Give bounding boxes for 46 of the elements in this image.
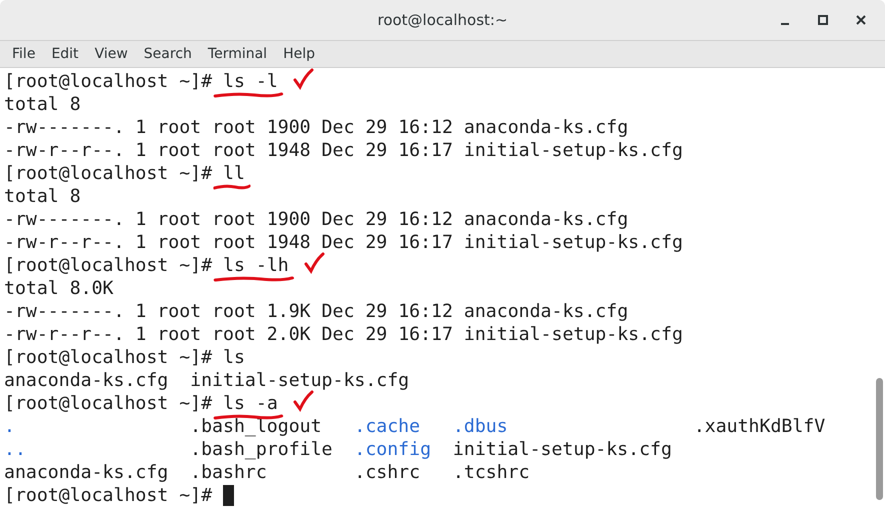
output-line: -rw-------. 1 root root 1.9K Dec 29 16:12 anaconda-ks.cfg [4, 300, 628, 323]
close-icon [856, 15, 866, 25]
maximize-icon [818, 15, 828, 25]
command-text: ls -lh [223, 254, 289, 277]
file-name: .xauthKdBlfV [694, 415, 826, 438]
scrollbar-thumb[interactable] [876, 378, 883, 500]
menu-item[interactable]: Help [275, 46, 323, 62]
command-text: ls -l [223, 70, 278, 93]
output-line: -rw-r--r--. 1 root root 2.0K Dec 29 16:17 initial-setup-ks.cfg [4, 323, 683, 346]
command-text: ll [223, 162, 245, 185]
prompt-text: [root@localhost ~]# [4, 392, 212, 415]
prompt-text: [root@localhost ~]# [4, 254, 212, 277]
prompt-text: [root@localhost ~]# [4, 70, 212, 93]
prompt-text: [root@localhost ~]# [4, 346, 212, 369]
file-name: .tcshrc [452, 461, 530, 484]
menu-item[interactable]: View [86, 46, 136, 62]
output-line: -rw-r--r--. 1 root root 1948 Dec 29 16:17 initial-setup-ks.cfg [4, 139, 683, 162]
window-title: root@localhost:~ [377, 11, 508, 29]
prompt-text: [root@localhost ~]# [4, 162, 212, 185]
directory-name: .. [4, 438, 26, 461]
menu-item[interactable]: File [4, 46, 44, 62]
command-text: ls [223, 346, 245, 369]
file-name: .bashrc [190, 461, 267, 484]
output-line: -rw-------. 1 root root 1900 Dec 29 16:12 anaconda-ks.cfg [4, 116, 628, 139]
menu-item[interactable]: Terminal [200, 46, 276, 62]
output-line: -rw-------. 1 root root 1900 Dec 29 16:12 anaconda-ks.cfg [4, 208, 628, 231]
output-line: total 8 [4, 185, 81, 208]
output-line: total 8 [4, 93, 81, 116]
menu-item[interactable]: Edit [43, 46, 87, 62]
menu-item[interactable]: Search [136, 46, 200, 62]
output-line: -rw-r--r--. 1 root root 1948 Dec 29 16:17 initial-setup-ks.cfg [4, 231, 683, 254]
directory-name: .cache [354, 415, 420, 438]
file-name: anaconda-ks.cfg [4, 461, 168, 484]
file-name: .cshrc [354, 461, 420, 484]
output-line: total 8.0K [4, 277, 114, 300]
prompt-text: [root@localhost ~]# [4, 484, 212, 507]
minimize-icon [781, 23, 789, 25]
file-name: .bash_logout [190, 415, 322, 438]
directory-name: .config [354, 438, 432, 461]
file-name: initial-setup-ks.cfg [190, 369, 410, 392]
file-name: initial-setup-ks.cfg [452, 438, 672, 461]
directory-name: .dbus [452, 415, 508, 438]
file-name: anaconda-ks.cfg [4, 369, 168, 392]
directory-name: . [4, 415, 15, 438]
command-text: ls -a [223, 392, 278, 415]
file-name: .bash_profile [190, 438, 332, 461]
